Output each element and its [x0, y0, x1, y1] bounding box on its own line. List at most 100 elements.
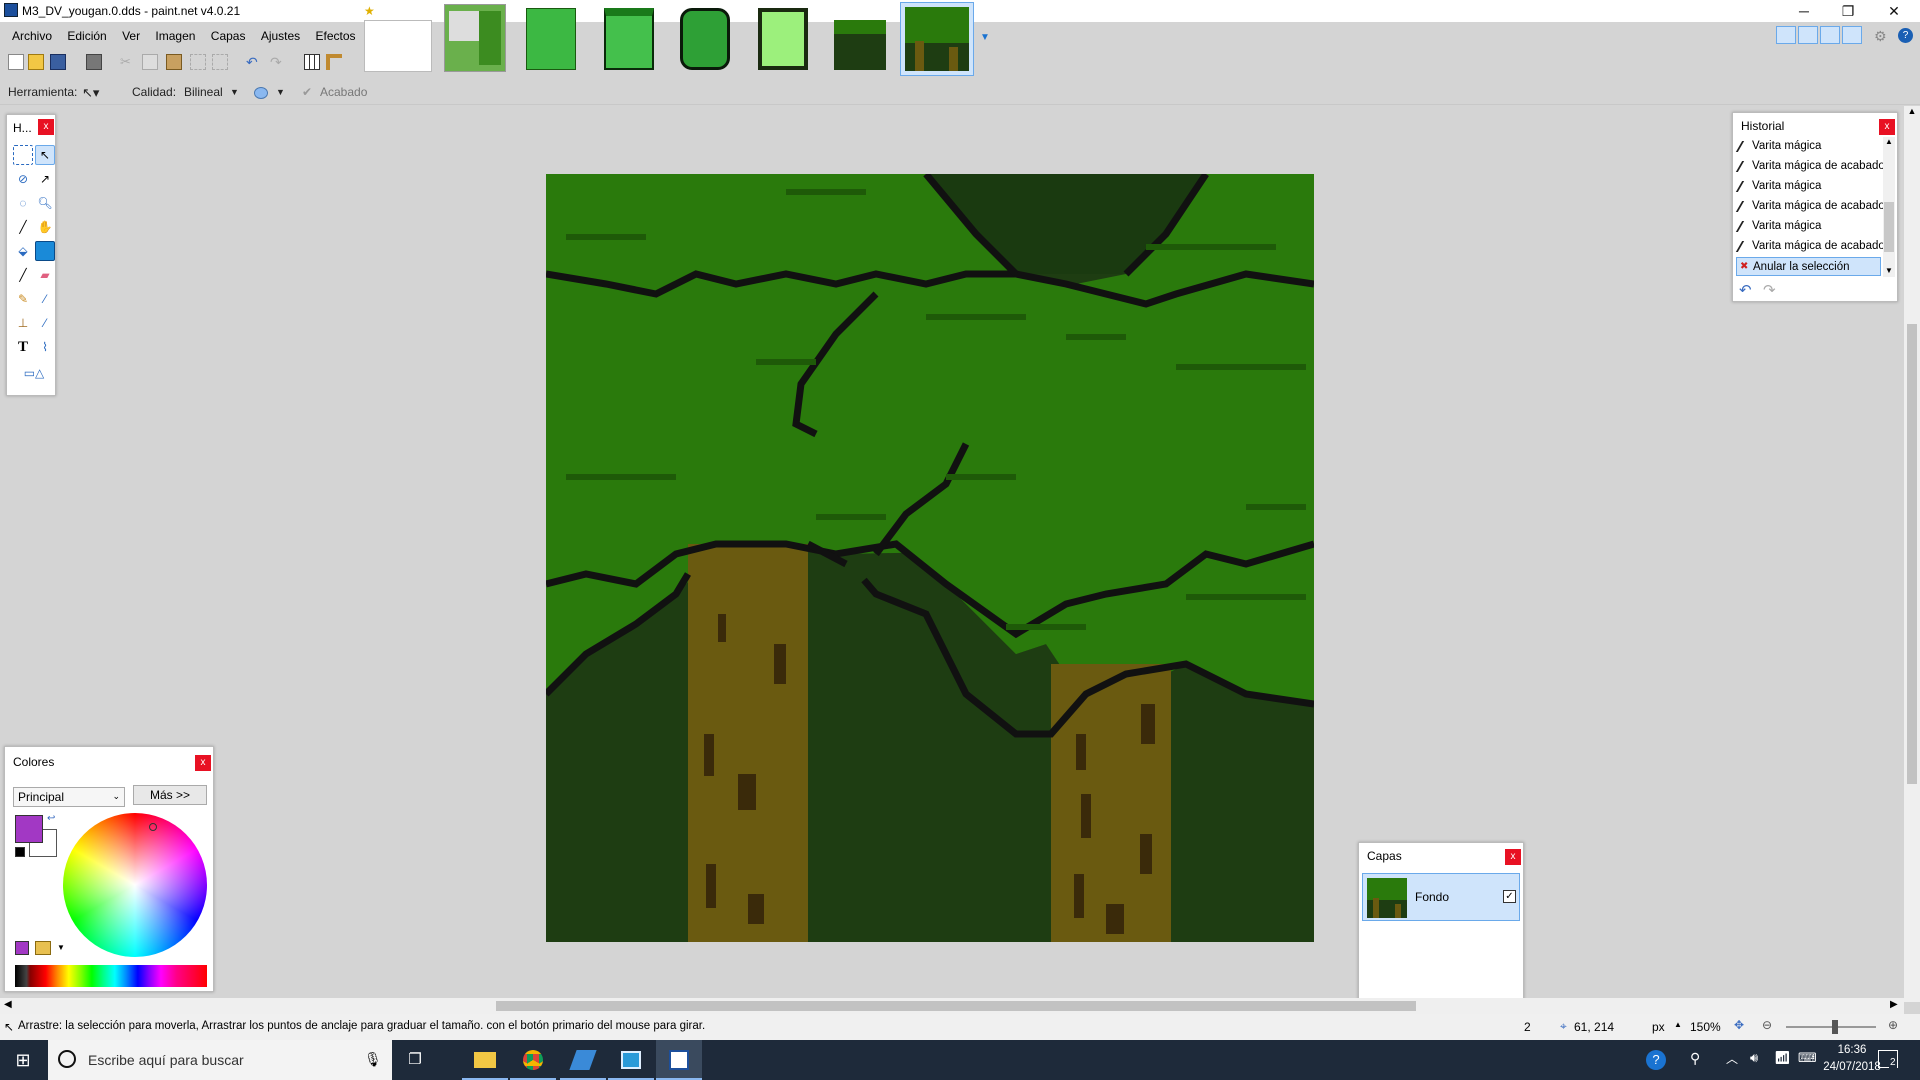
image-canvas[interactable] [546, 174, 1314, 942]
app-taskbar-icon-3[interactable] [560, 1040, 606, 1080]
menu-imagen[interactable]: Imagen [149, 26, 201, 46]
image-tab-thumb-6[interactable] [834, 20, 886, 70]
image-tab-thumb-active[interactable] [900, 2, 974, 76]
copy-icon[interactable] [142, 54, 158, 70]
clock-date[interactable]: 24/07/2018 [1822, 1061, 1882, 1073]
magic-wand-tool-icon[interactable]: ╱ [13, 217, 33, 237]
layers-window-toggle-icon[interactable] [1820, 26, 1840, 44]
taskbar-search-box[interactable]: Escribe aquí para buscar 🎙︎ [48, 1040, 392, 1080]
file-explorer-taskbar-icon[interactable] [462, 1040, 508, 1080]
lasso-select-tool-icon[interactable]: ⊘ [13, 169, 33, 189]
open-icon[interactable] [28, 54, 44, 70]
primary-color-swatch[interactable] [15, 815, 43, 843]
scroll-down-icon[interactable]: ▼ [1883, 266, 1895, 275]
history-item[interactable]: Varita mágica [1735, 177, 1881, 196]
history-item[interactable]: Varita mágica [1735, 217, 1881, 236]
settings-gear-icon[interactable]: ⚙ [1874, 28, 1887, 45]
scroll-right-arrow-icon[interactable]: ▶ [1890, 999, 1898, 1010]
close-button[interactable]: ✕ [1872, 0, 1916, 22]
move-selection-tool-icon[interactable]: ↖ [35, 145, 55, 165]
history-item[interactable]: Varita mágica de acabado [1735, 237, 1885, 256]
keyboard-layout-icon[interactable]: ⌨ [1798, 1050, 1817, 1066]
canvas-vertical-scrollbar[interactable]: ▲ [1904, 106, 1920, 1002]
blend-mode-icon[interactable] [254, 87, 268, 99]
help-icon[interactable]: ? [1898, 28, 1913, 43]
history-item[interactable]: Varita mágica de acabado [1735, 197, 1885, 216]
menu-efectos[interactable]: Efectos [310, 26, 362, 46]
clock-time[interactable]: 16:36 [1822, 1044, 1882, 1056]
color-wheel[interactable] [63, 813, 207, 957]
zoom-slider-thumb[interactable] [1832, 1020, 1838, 1034]
palette-mode-select[interactable]: Principal ⌄ [13, 787, 125, 807]
help-tray-icon[interactable]: ? [1646, 1050, 1666, 1070]
layer-visibility-checkbox[interactable]: ✓ [1503, 890, 1516, 903]
start-button[interactable]: ⊞ [0, 1040, 46, 1080]
minimize-button[interactable]: ─ [1782, 0, 1826, 22]
palette-add-icon[interactable] [15, 941, 29, 955]
notification-center-icon[interactable]: 2 [1878, 1050, 1898, 1068]
image-tab-thumb-5[interactable] [758, 8, 808, 70]
image-tab-blank[interactable] [364, 20, 432, 72]
microphone-icon[interactable]: 🎙︎ [364, 1051, 382, 1068]
history-undo-icon[interactable]: ↶ [1739, 281, 1752, 299]
tools-panel-close-button[interactable]: x [38, 119, 54, 135]
cut-icon[interactable]: ✂ [120, 54, 136, 70]
menu-ver[interactable]: Ver [116, 26, 146, 46]
task-view-icon[interactable]: ❐ [392, 1040, 438, 1080]
vertical-scroll-thumb[interactable] [1907, 324, 1917, 784]
people-tray-icon[interactable]: ⚲ [1690, 1050, 1700, 1067]
paste-icon[interactable] [166, 54, 182, 70]
clone-stamp-tool-icon[interactable]: ⊥ [13, 313, 33, 333]
chrome-taskbar-icon[interactable] [510, 1040, 556, 1080]
paintbrush-tool-icon[interactable]: ╱ [13, 265, 33, 285]
menu-archivo[interactable]: Archivo [6, 26, 58, 46]
redo-icon[interactable]: ↷ [270, 54, 286, 70]
menu-edicion[interactable]: Edición [61, 26, 112, 46]
canvas-horizontal-scrollbar[interactable]: ◀ ▶ [0, 998, 1904, 1014]
history-panel-close-button[interactable]: x [1879, 119, 1895, 135]
color-wheel-picker[interactable] [149, 823, 157, 831]
crop-icon[interactable] [190, 54, 206, 70]
volume-icon[interactable]: 🔊︎ [1750, 1050, 1758, 1066]
colors-window-toggle-icon[interactable] [1842, 26, 1862, 44]
finish-check-icon[interactable]: ✔ [302, 85, 312, 99]
blend-dropdown-icon[interactable]: ▼ [276, 87, 285, 97]
line-curve-tool-icon[interactable]: ⌇ [35, 337, 55, 357]
wifi-icon[interactable]: 📶︎ [1774, 1050, 1791, 1066]
zoom-in-icon[interactable]: ⊕ [1888, 1018, 1898, 1032]
image-tab-thumb-1[interactable] [444, 4, 506, 72]
current-tool-icon[interactable]: ↖▾ [82, 85, 99, 101]
ellipse-select-tool-icon[interactable]: ◌ [13, 193, 33, 213]
history-window-toggle-icon[interactable] [1798, 26, 1818, 44]
colors-panel-close-button[interactable]: x [195, 755, 211, 771]
print-icon[interactable] [86, 54, 102, 70]
scroll-up-arrow-icon[interactable]: ▲ [1904, 106, 1920, 116]
thumb-scroll-down-icon[interactable]: ▼ [980, 32, 990, 43]
grid-icon[interactable] [304, 54, 320, 70]
image-tab-thumb-2[interactable] [526, 8, 576, 70]
zoom-tool-icon[interactable]: 🔍︎ [35, 193, 55, 213]
history-item[interactable]: Varita mágica [1735, 137, 1881, 156]
eraser-tool-icon[interactable]: ▰ [35, 265, 55, 285]
recolor-tool-icon[interactable]: ⁄ [35, 313, 55, 333]
horizontal-scroll-thumb[interactable] [496, 1001, 1416, 1011]
zoom-slider[interactable] [1786, 1026, 1876, 1028]
pan-tool-icon[interactable]: ✋ [35, 217, 55, 237]
text-tool-icon[interactable]: T [13, 337, 33, 357]
history-item-selected[interactable]: ✖ Anular la selección [1736, 257, 1881, 276]
image-tab-thumb-3[interactable] [604, 8, 654, 70]
save-icon[interactable] [50, 54, 66, 70]
palette-menu-icon[interactable] [35, 941, 51, 955]
palette-menu-dropdown-icon[interactable]: ▼ [57, 943, 65, 952]
menu-ajustes[interactable]: Ajustes [255, 26, 306, 46]
layer-row[interactable]: Fondo ✓ [1362, 873, 1520, 921]
paintnet-taskbar-icon[interactable] [656, 1040, 702, 1080]
zoom-out-icon[interactable]: ⊖ [1762, 1018, 1772, 1032]
new-image-icon[interactable] [8, 54, 24, 70]
layers-panel-close-button[interactable]: x [1505, 849, 1521, 865]
history-item[interactable]: Varita mágica de acabado [1735, 157, 1885, 176]
finish-label[interactable]: Acabado [320, 85, 367, 99]
undo-icon[interactable]: ↶ [246, 54, 262, 70]
history-redo-icon[interactable]: ↷ [1763, 281, 1776, 299]
app-taskbar-icon-4[interactable] [608, 1040, 654, 1080]
